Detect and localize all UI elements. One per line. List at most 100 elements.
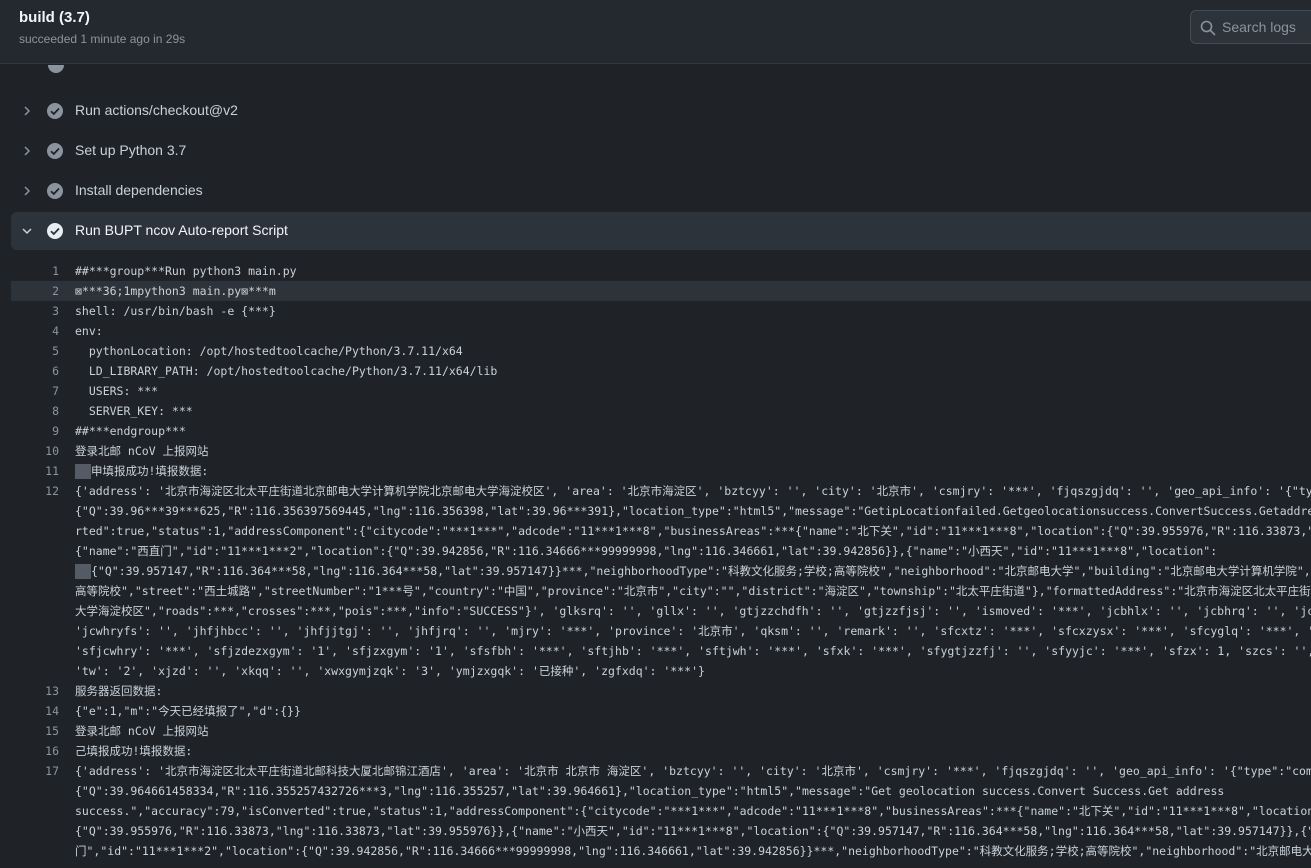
- line-number[interactable]: 7: [11, 381, 59, 401]
- log-line: 高等院校","street":"西土城路","streetNumber":"1*…: [11, 581, 1311, 601]
- line-number[interactable]: 8: [11, 401, 59, 421]
- log-text: {"Q":39.96***39***625,"R":116.3563975694…: [75, 504, 1311, 518]
- log-line: 10 登录北邮 nCoV 上报网站: [11, 441, 1311, 461]
- chevron-right-icon: [24, 146, 31, 156]
- log-line: 17 {'address': '北京市海淀区北太平庄街道北邮科技大厦北邮锦江酒店'…: [11, 761, 1311, 781]
- search-icon: [1200, 20, 1216, 36]
- log-line: rted":true,"status":1,"addressComponent"…: [11, 521, 1311, 541]
- log-text: ##***group***Run python3 main.py: [75, 264, 297, 278]
- chevron-down-icon: [22, 228, 32, 235]
- line-number[interactable]: 2: [11, 281, 59, 301]
- redacted-block: [75, 564, 91, 579]
- step-install-dependencies[interactable]: Install dependencies: [11, 172, 1311, 210]
- log-text: {"Q":39.964661458334,"R":116.35525743272…: [75, 784, 1225, 798]
- log-text: {'address': '北京市海淀区北太平庄街道北邮科技大厦北邮锦江酒店', …: [75, 764, 1311, 778]
- log-line: 15 登录北邮 nCoV 上报网站: [11, 721, 1311, 741]
- check-circle-icon: [47, 223, 63, 239]
- chevron-right-icon: [24, 106, 31, 116]
- log-text: rted":true,"status":1,"addressComponent"…: [75, 524, 1311, 538]
- line-number[interactable]: 12: [11, 481, 59, 501]
- log-text: 门","id":"11***1***2","location":{"Q":39.…: [75, 844, 1311, 858]
- log-line: 16 己填报成功!填报数据:: [11, 741, 1311, 761]
- line-number[interactable]: 1: [11, 261, 59, 281]
- line-number[interactable]: 11: [11, 461, 59, 481]
- log-text-content: {"Q":39.957147,"R":116.364***58,"lng":11…: [91, 564, 1311, 578]
- log-line: 7 USERS: ***: [11, 381, 1311, 401]
- log-line: 8 SERVER_KEY: ***: [11, 401, 1311, 421]
- step-checkout[interactable]: Run actions/checkout@v2: [11, 92, 1311, 130]
- log-text: 'tw': '2', 'xjzd': '', 'xkqq': '', 'xwxg…: [75, 664, 705, 678]
- log-text: 登录北邮 nCoV 上报网站: [75, 444, 209, 458]
- job-header: build (3.7) succeeded 1 minute ago in 29…: [0, 0, 1311, 64]
- log-line: {"Q":39.96***39***625,"R":116.3563975694…: [11, 501, 1311, 521]
- log-line: 4 env:: [11, 321, 1311, 341]
- log-text: {"Q":39.955976,"R":116.33873,"lng":116.3…: [75, 824, 1311, 838]
- log-line: success.","accuracy":79,"isConverted":tr…: [11, 801, 1311, 821]
- step-label: Install dependencies: [75, 182, 203, 198]
- redacted-block: [75, 464, 91, 479]
- log-text: USERS: ***: [75, 384, 159, 398]
- log-text: env:: [75, 324, 103, 338]
- step-label: Run actions/checkout@v2: [75, 102, 238, 118]
- check-circle-icon: [47, 143, 63, 159]
- log-line: {"name":"西直门","id":"11***1***2","locatio…: [11, 541, 1311, 561]
- log-text: SERVER_KEY: ***: [75, 404, 193, 418]
- log-line: 13 服务器返回数据:: [11, 681, 1311, 701]
- line-number[interactable]: 15: [11, 721, 59, 741]
- step-run-script[interactable]: Run BUPT ncov Auto-report Script: [11, 212, 1311, 250]
- check-circle-icon: [47, 183, 63, 199]
- job-status: succeeded 1 minute ago in 29s: [19, 32, 186, 46]
- search-logs-input[interactable]: [1222, 17, 1311, 37]
- log-line: {"Q":39.964661458334,"R":116.35525743272…: [11, 781, 1311, 801]
- line-number[interactable]: 17: [11, 761, 59, 781]
- log-text: 申填报成功!填报数据:: [75, 461, 208, 481]
- log-line: 'sfjcwhry': '***', 'sfjzdezxgym': '1', '…: [11, 641, 1311, 661]
- log-line: {"Q":39.955976,"R":116.33873,"lng":116.3…: [11, 821, 1311, 841]
- line-number[interactable]: 5: [11, 341, 59, 361]
- log-text: 'sfjcwhry': '***', 'sfjzdezxgym': '1', '…: [75, 644, 1311, 658]
- line-number[interactable]: 14: [11, 701, 59, 721]
- log-text: pythonLocation: /opt/hostedtoolcache/Pyt…: [75, 344, 463, 358]
- line-number[interactable]: 3: [11, 301, 59, 321]
- log-text: 'jcwhryfs': '', 'jhfjhbcc': '', 'jhfjjtg…: [75, 624, 1311, 638]
- step-label: Set up Python 3.7: [75, 142, 187, 158]
- job-title: build (3.7): [19, 9, 90, 26]
- log-text: {"Q":39.957147,"R":116.364***58,"lng":11…: [75, 561, 1311, 581]
- log-line: 14 {"e":1,"m":"今天已经填报了","d":{}}: [11, 701, 1311, 721]
- search-logs-box[interactable]: [1190, 10, 1311, 44]
- log-output: 1 ##***group***Run python3 main.py 2 ⊠***36…: [0, 261, 1311, 868]
- line-number[interactable]: 10: [11, 441, 59, 461]
- line-number[interactable]: 6: [11, 361, 59, 381]
- log-text: success.","accuracy":79,"isConverted":tr…: [75, 804, 1311, 818]
- line-number[interactable]: 16: [11, 741, 59, 761]
- log-text: 高等院校","street":"西土城路","streetNumber":"1*…: [75, 584, 1311, 598]
- log-line: 2 ⊠***36;1mpython3 main.py⊠***m: [11, 281, 1311, 301]
- log-line: 'tw': '2', 'xjzd': '', 'xkqq': '', 'xwxg…: [11, 661, 1311, 681]
- log-text: ##***endgroup***: [75, 424, 186, 438]
- log-line: 门","id":"11***1***2","location":{"Q":39.…: [11, 841, 1311, 861]
- check-circle-icon: [48, 65, 64, 73]
- check-circle-icon: [47, 103, 63, 119]
- log-text: 己填报成功!填报数据:: [75, 744, 193, 758]
- log-line: 'jcwhryfs': '', 'jhfjhbcc': '', 'jhfjjtg…: [11, 621, 1311, 641]
- log-text: ⊠***36;1mpython3 main.py⊠***m: [75, 284, 276, 298]
- log-line: 3 shell: /usr/bin/bash -e {***}: [11, 301, 1311, 321]
- line-number[interactable]: 9: [11, 421, 59, 441]
- log-line: 6 LD_LIBRARY_PATH: /opt/hostedtoolcache/…: [11, 361, 1311, 381]
- step-setup-python[interactable]: Set up Python 3.7: [11, 132, 1311, 170]
- log-line: 大学海淀校区","roads":***,"crosses":***,"pois"…: [11, 601, 1311, 621]
- line-number[interactable]: 13: [11, 681, 59, 701]
- log-text: 大学海淀校区","roads":***,"crosses":***,"pois"…: [75, 604, 1311, 618]
- log-line: 5 pythonLocation: /opt/hostedtoolcache/P…: [11, 341, 1311, 361]
- log-line: 11 申填报成功!填报数据:: [11, 461, 1311, 481]
- log-line: 1 ##***group***Run python3 main.py: [11, 261, 1311, 281]
- log-text: {"name":"西直门","id":"11***1***2","locatio…: [75, 544, 1218, 558]
- log-text: 服务器返回数据:: [75, 684, 163, 698]
- log-text-content: 申填报成功!填报数据:: [91, 464, 209, 478]
- log-line: 9 ##***endgroup***: [11, 421, 1311, 441]
- log-text: shell: /usr/bin/bash -e {***}: [75, 304, 276, 318]
- log-text: LD_LIBRARY_PATH: /opt/hostedtoolcache/Py…: [75, 364, 498, 378]
- line-number[interactable]: 4: [11, 321, 59, 341]
- log-line: {"Q":39.957147,"R":116.364***58,"lng":11…: [11, 561, 1311, 581]
- partial-step-row[interactable]: [0, 65, 1311, 81]
